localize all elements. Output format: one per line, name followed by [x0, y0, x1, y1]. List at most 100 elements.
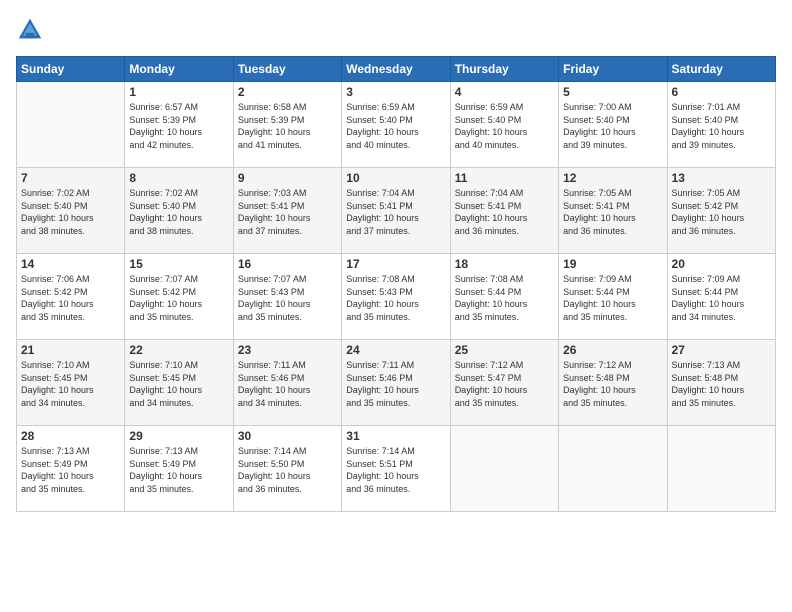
- day-number: 5: [563, 85, 662, 99]
- day-info: Sunrise: 6:59 AM Sunset: 5:40 PM Dayligh…: [346, 101, 445, 151]
- day-info: Sunrise: 7:09 AM Sunset: 5:44 PM Dayligh…: [672, 273, 771, 323]
- calendar-week-5: 28Sunrise: 7:13 AM Sunset: 5:49 PM Dayli…: [17, 426, 776, 512]
- calendar-cell: 15 Sunrise: 7:07 AM Sunset: 5:42 PM Dayli…: [125, 254, 233, 340]
- day-info: Sunrise: 7:03 AM Sunset: 5:41 PM Dayligh…: [238, 187, 337, 237]
- day-number: 6: [672, 85, 771, 99]
- day-info: Sunrise: 7:08 AM Sunset: 5:44 PM Dayligh…: [455, 273, 554, 323]
- day-info: Sunrise: 7:10 AM Sunset: 5:45 PM Dayligh…: [21, 359, 120, 409]
- day-number: 12: [563, 171, 662, 185]
- day-number: 23: [238, 343, 337, 357]
- day-info: Sunrise: 7:13 AM Sunset: 5:49 PM Dayligh…: [21, 445, 120, 495]
- day-info: Sunrise: 7:14 AM Sunset: 5:50 PM Dayligh…: [238, 445, 337, 495]
- calendar-cell: 1 Sunrise: 6:57 AM Sunset: 5:39 PM Daylig…: [125, 82, 233, 168]
- day-info: Sunrise: 7:12 AM Sunset: 5:47 PM Dayligh…: [455, 359, 554, 409]
- calendar-cell: [667, 426, 775, 512]
- day-info: Sunrise: 7:08 AM Sunset: 5:43 PM Dayligh…: [346, 273, 445, 323]
- day-info: Sunrise: 7:05 AM Sunset: 5:41 PM Dayligh…: [563, 187, 662, 237]
- calendar-cell: 6 Sunrise: 7:01 AM Sunset: 5:40 PM Daylig…: [667, 82, 775, 168]
- calendar-cell: 17 Sunrise: 7:08 AM Sunset: 5:43 PM Dayli…: [342, 254, 450, 340]
- calendar-cell: 22 Sunrise: 7:10 AM Sunset: 5:45 PM Dayli…: [125, 340, 233, 426]
- day-info: Sunrise: 7:14 AM Sunset: 5:51 PM Dayligh…: [346, 445, 445, 495]
- day-info: Sunrise: 7:04 AM Sunset: 5:41 PM Dayligh…: [346, 187, 445, 237]
- calendar-cell: 27Sunrise: 7:13 AM Sunset: 5:48 PM Dayli…: [667, 340, 775, 426]
- calendar-cell: 2 Sunrise: 6:58 AM Sunset: 5:39 PM Daylig…: [233, 82, 341, 168]
- calendar-cell: 8 Sunrise: 7:02 AM Sunset: 5:40 PM Daylig…: [125, 168, 233, 254]
- day-number: 20: [672, 257, 771, 271]
- calendar-cell: [17, 82, 125, 168]
- calendar-cell: 23 Sunrise: 7:11 AM Sunset: 5:46 PM Dayli…: [233, 340, 341, 426]
- day-info: Sunrise: 7:04 AM Sunset: 5:41 PM Dayligh…: [455, 187, 554, 237]
- day-info: Sunrise: 7:09 AM Sunset: 5:44 PM Dayligh…: [563, 273, 662, 323]
- day-info: Sunrise: 7:10 AM Sunset: 5:45 PM Dayligh…: [129, 359, 228, 409]
- calendar-cell: 18 Sunrise: 7:08 AM Sunset: 5:44 PM Dayli…: [450, 254, 558, 340]
- weekday-header-wednesday: Wednesday: [342, 57, 450, 82]
- day-info: Sunrise: 7:12 AM Sunset: 5:48 PM Dayligh…: [563, 359, 662, 409]
- calendar-week-3: 14 Sunrise: 7:06 AM Sunset: 5:42 PM Dayli…: [17, 254, 776, 340]
- calendar-cell: 31 Sunrise: 7:14 AM Sunset: 5:51 PM Dayli…: [342, 426, 450, 512]
- day-number: 16: [238, 257, 337, 271]
- calendar-cell: 20 Sunrise: 7:09 AM Sunset: 5:44 PM Dayli…: [667, 254, 775, 340]
- day-number: 7: [21, 171, 120, 185]
- weekday-header-tuesday: Tuesday: [233, 57, 341, 82]
- day-number: 1: [129, 85, 228, 99]
- calendar-cell: 10 Sunrise: 7:04 AM Sunset: 5:41 PM Dayli…: [342, 168, 450, 254]
- day-number: 22: [129, 343, 228, 357]
- day-number: 19: [563, 257, 662, 271]
- calendar-cell: 14 Sunrise: 7:06 AM Sunset: 5:42 PM Dayli…: [17, 254, 125, 340]
- calendar-cell: 26 Sunrise: 7:12 AM Sunset: 5:48 PM Dayli…: [559, 340, 667, 426]
- day-number: 21: [21, 343, 120, 357]
- day-number: 31: [346, 429, 445, 443]
- day-number: 30: [238, 429, 337, 443]
- day-number: 3: [346, 85, 445, 99]
- day-info: Sunrise: 7:11 AM Sunset: 5:46 PM Dayligh…: [346, 359, 445, 409]
- day-number: 14: [21, 257, 120, 271]
- day-info: Sunrise: 7:00 AM Sunset: 5:40 PM Dayligh…: [563, 101, 662, 151]
- calendar-cell: 24 Sunrise: 7:11 AM Sunset: 5:46 PM Dayli…: [342, 340, 450, 426]
- day-info: Sunrise: 7:11 AM Sunset: 5:46 PM Dayligh…: [238, 359, 337, 409]
- day-number: 8: [129, 171, 228, 185]
- day-number: 9: [238, 171, 337, 185]
- day-number: 24: [346, 343, 445, 357]
- calendar-cell: 13 Sunrise: 7:05 AM Sunset: 5:42 PM Dayli…: [667, 168, 775, 254]
- day-info: Sunrise: 7:05 AM Sunset: 5:42 PM Dayligh…: [672, 187, 771, 237]
- day-info: Sunrise: 7:13 AM Sunset: 5:48 PM Dayligh…: [672, 359, 771, 409]
- logo-icon: [16, 16, 44, 44]
- calendar-cell: 19 Sunrise: 7:09 AM Sunset: 5:44 PM Dayli…: [559, 254, 667, 340]
- day-info: Sunrise: 6:57 AM Sunset: 5:39 PM Dayligh…: [129, 101, 228, 151]
- day-number: 10: [346, 171, 445, 185]
- calendar-week-2: 7 Sunrise: 7:02 AM Sunset: 5:40 PM Daylig…: [17, 168, 776, 254]
- calendar-cell: 29Sunrise: 7:13 AM Sunset: 5:49 PM Dayli…: [125, 426, 233, 512]
- weekday-header-monday: Monday: [125, 57, 233, 82]
- day-number: 15: [129, 257, 228, 271]
- weekday-header-saturday: Saturday: [667, 57, 775, 82]
- day-number: 11: [455, 171, 554, 185]
- calendar-week-1: 1 Sunrise: 6:57 AM Sunset: 5:39 PM Daylig…: [17, 82, 776, 168]
- calendar-cell: [450, 426, 558, 512]
- day-info: Sunrise: 7:01 AM Sunset: 5:40 PM Dayligh…: [672, 101, 771, 151]
- calendar-cell: 11 Sunrise: 7:04 AM Sunset: 5:41 PM Dayli…: [450, 168, 558, 254]
- calendar-cell: 7 Sunrise: 7:02 AM Sunset: 5:40 PM Daylig…: [17, 168, 125, 254]
- day-number: 29: [129, 429, 228, 443]
- weekday-header-row: SundayMondayTuesdayWednesdayThursdayFrid…: [17, 57, 776, 82]
- logo: [16, 16, 48, 44]
- day-info: Sunrise: 7:07 AM Sunset: 5:43 PM Dayligh…: [238, 273, 337, 323]
- calendar-cell: 5 Sunrise: 7:00 AM Sunset: 5:40 PM Daylig…: [559, 82, 667, 168]
- day-info: Sunrise: 6:58 AM Sunset: 5:39 PM Dayligh…: [238, 101, 337, 151]
- day-number: 18: [455, 257, 554, 271]
- day-number: 4: [455, 85, 554, 99]
- day-info: Sunrise: 7:02 AM Sunset: 5:40 PM Dayligh…: [129, 187, 228, 237]
- day-number: 13: [672, 171, 771, 185]
- calendar-cell: 3 Sunrise: 6:59 AM Sunset: 5:40 PM Daylig…: [342, 82, 450, 168]
- day-info: Sunrise: 7:07 AM Sunset: 5:42 PM Dayligh…: [129, 273, 228, 323]
- calendar-table: SundayMondayTuesdayWednesdayThursdayFrid…: [16, 56, 776, 512]
- calendar-cell: 9 Sunrise: 7:03 AM Sunset: 5:41 PM Daylig…: [233, 168, 341, 254]
- day-number: 17: [346, 257, 445, 271]
- day-number: 26: [563, 343, 662, 357]
- calendar-week-4: 21 Sunrise: 7:10 AM Sunset: 5:45 PM Dayli…: [17, 340, 776, 426]
- weekday-header-sunday: Sunday: [17, 57, 125, 82]
- day-number: 25: [455, 343, 554, 357]
- calendar-cell: 28Sunrise: 7:13 AM Sunset: 5:49 PM Dayli…: [17, 426, 125, 512]
- day-info: Sunrise: 7:06 AM Sunset: 5:42 PM Dayligh…: [21, 273, 120, 323]
- day-info: Sunrise: 7:02 AM Sunset: 5:40 PM Dayligh…: [21, 187, 120, 237]
- day-number: 2: [238, 85, 337, 99]
